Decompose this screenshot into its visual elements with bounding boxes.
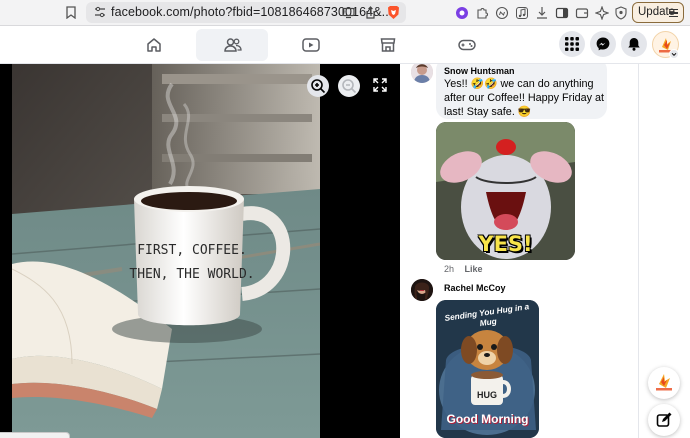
gif-caption: YES! (478, 232, 533, 256)
menu-grid-icon (565, 37, 579, 51)
comment-author[interactable]: Snow Huntsman (444, 66, 515, 76)
menu-button[interactable] (559, 31, 585, 57)
zoom-in-icon (311, 79, 326, 94)
account-chevron-icon[interactable] (669, 49, 679, 59)
yes-gif[interactable]: YES! (436, 122, 575, 260)
snow-huntsman-avatar[interactable] (411, 64, 433, 83)
address-bar[interactable]: facebook.com/photo?fbid=1081864687300164… (86, 2, 406, 23)
site-settings-icon[interactable] (94, 6, 106, 18)
puzzle-extension-icon[interactable] (475, 6, 489, 20)
friends-icon (224, 38, 242, 52)
coffee-mug-photo: FIRST, COFFEE. THEN, THE WORLD. (12, 64, 320, 438)
comment-text-line1: Yes!! 🤣🤣 we can do anything (444, 78, 594, 90)
vpn-shield-icon[interactable] (614, 6, 628, 20)
video-icon (302, 38, 320, 52)
hug-mug-gif[interactable]: Sending You Hug in a Mug HUG Good Mornin… (436, 300, 539, 438)
tab-marketplace[interactable] (352, 29, 424, 61)
download-icon[interactable] (535, 6, 549, 20)
comment-time[interactable]: 2h (444, 264, 454, 274)
mug-text-line1: FIRST, COFFEE. (137, 243, 247, 258)
comment-text-line2: after our Coffee!! Happy Friday at (444, 92, 605, 104)
comment-bubble: Snow Huntsman Yes!! 🤣🤣 we can do anythin… (436, 64, 607, 119)
notifications-bell-icon (628, 38, 640, 51)
marketplace-icon (380, 38, 396, 52)
tab-home[interactable] (118, 29, 190, 61)
comment-meta: 2h Like (444, 264, 483, 274)
gaming-icon (458, 39, 476, 51)
leo-ai-icon[interactable] (595, 6, 609, 20)
sidebar-icon[interactable] (555, 6, 569, 20)
home-icon (147, 38, 161, 52)
bookmark-icon[interactable] (66, 6, 76, 19)
music-icon[interactable] (515, 6, 529, 20)
update-button[interactable]: Update (632, 2, 684, 23)
comment-author[interactable]: Rachel McCoy (444, 283, 506, 293)
messenger-button[interactable] (590, 31, 616, 57)
messenger-icon (596, 37, 610, 51)
brave-shields-icon[interactable] (386, 5, 401, 20)
new-message-button[interactable] (648, 404, 680, 436)
facebook-top-nav (0, 26, 690, 64)
status-bar-tooltip (0, 432, 70, 438)
tab-friends[interactable] (196, 29, 268, 61)
rachel-mccoy-avatar[interactable] (411, 279, 433, 301)
comments-panel: Snow Huntsman Yes!! 🤣🤣 we can do anythin… (400, 64, 638, 438)
browser-toolbar: facebook.com/photo?fbid=1081864687300164… (0, 0, 690, 26)
chat-extension-icon[interactable] (495, 6, 509, 20)
comment-text-line3: last! Stay safe. 😎 (444, 106, 532, 118)
page-shortcut-button[interactable] (648, 367, 680, 399)
wallet-icon[interactable] (575, 6, 589, 20)
like-button[interactable]: Like (465, 264, 483, 274)
zoom-out-icon (342, 79, 357, 94)
compose-icon (656, 412, 672, 427)
mug-text-line2: THEN, THE WORLD. (129, 267, 254, 282)
gif-bottom-text: Good Morning (446, 412, 529, 426)
photo-image: FIRST, COFFEE. THEN, THE WORLD. (12, 64, 320, 438)
zoom-in-button[interactable] (307, 75, 329, 97)
tab-video[interactable] (274, 29, 346, 61)
tab-gaming[interactable] (430, 29, 502, 61)
share-icon[interactable] (364, 6, 377, 19)
notifications-button[interactable] (621, 31, 647, 57)
extension-purple-icon[interactable] (455, 6, 469, 20)
page-logo-icon (656, 374, 672, 391)
fullscreen-icon[interactable] (373, 78, 387, 92)
gif-mug-text: HUG (477, 390, 497, 400)
zoom-out-button[interactable] (338, 75, 360, 97)
hamburger-menu-icon (669, 9, 678, 19)
cast-icon[interactable] (342, 6, 355, 19)
